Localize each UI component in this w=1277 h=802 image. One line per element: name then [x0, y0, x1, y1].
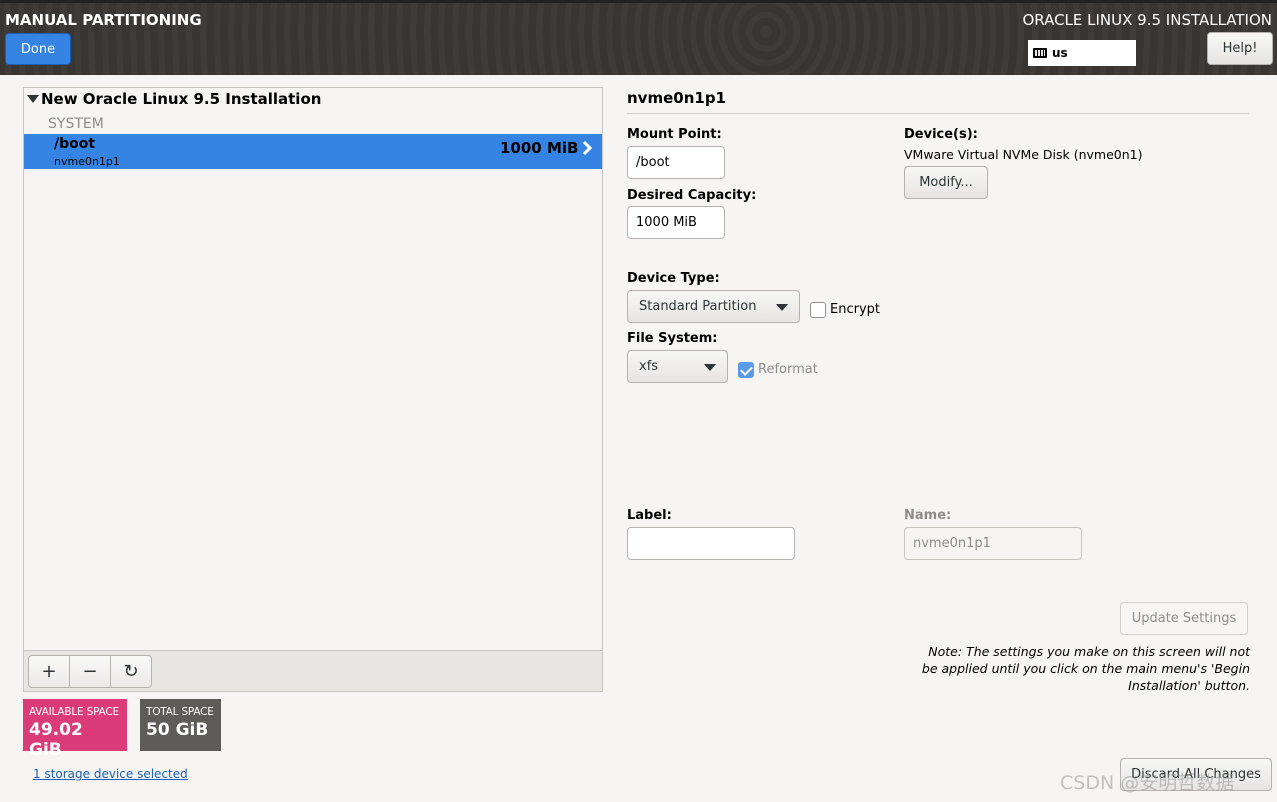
refresh-button[interactable]: ↻: [110, 655, 152, 688]
partition-mount-label: /boot: [54, 136, 96, 152]
dropdown-arrow-icon: [776, 304, 788, 311]
csdn-watermark: CSDN @安明哲数据: [1060, 772, 1235, 794]
reformat-label: Reformat: [758, 362, 818, 377]
label-field-label: Label:: [627, 508, 672, 523]
page-title: MANUAL PARTITIONING: [5, 11, 202, 29]
divider: [627, 113, 1249, 114]
mount-point-field[interactable]: /boot: [627, 146, 725, 179]
keyboard-icon: [1033, 48, 1047, 58]
file-system-label: File System:: [627, 331, 718, 346]
reformat-checkbox[interactable]: [738, 362, 754, 378]
total-space-value: 50 GiB: [146, 720, 209, 740]
label-field[interactable]: [627, 527, 795, 560]
partition-row-boot[interactable]: /boot nvme0n1p1 1000 MiB: [24, 134, 602, 169]
partition-toolbar: + − ↻: [24, 650, 602, 691]
devices-value: VMware Virtual NVMe Disk (nvme0n1): [904, 147, 1143, 162]
mount-point-label: Mount Point:: [627, 127, 722, 142]
partition-size-label: 1000 MiB: [500, 139, 579, 157]
partition-tree-panel: New Oracle Linux 9.5 Installation SYSTEM…: [23, 87, 603, 692]
settings-note: Note: The settings you make on this scre…: [921, 644, 1250, 693]
total-space-box: TOTAL SPACE 50 GiB: [140, 699, 221, 751]
available-space-label: AVAILABLE SPACE: [29, 706, 119, 718]
help-button[interactable]: Help!: [1207, 32, 1273, 65]
keyboard-layout-label: us: [1052, 46, 1068, 60]
name-field-label: Name:: [904, 508, 952, 523]
file-system-dropdown[interactable]: xfs: [627, 350, 728, 383]
available-space-box: AVAILABLE SPACE 49.02 GiB: [23, 699, 127, 760]
storage-devices-link[interactable]: 1 storage device selected: [33, 767, 188, 781]
selected-partition-title: nvme0n1p1: [627, 89, 726, 107]
partition-device-label: nvme0n1p1: [54, 155, 120, 168]
expander-triangle-icon[interactable]: [27, 95, 39, 103]
done-button[interactable]: Done: [5, 33, 71, 65]
available-space-value: 49.02 GiB: [29, 720, 83, 760]
device-type-label: Device Type:: [627, 271, 720, 286]
installation-root-node[interactable]: New Oracle Linux 9.5 Installation: [27, 90, 321, 108]
devices-label: Device(s):: [904, 127, 978, 142]
chevron-right-icon: [577, 140, 593, 156]
device-type-value: Standard Partition: [639, 299, 757, 314]
file-system-value: xfs: [639, 359, 659, 374]
update-settings-button[interactable]: Update Settings: [1120, 602, 1248, 635]
desired-capacity-label: Desired Capacity:: [627, 188, 757, 203]
encrypt-checkbox[interactable]: [810, 302, 826, 318]
encrypt-label[interactable]: Encrypt: [830, 302, 880, 317]
add-partition-button[interactable]: +: [28, 655, 70, 688]
device-type-dropdown[interactable]: Standard Partition: [627, 290, 800, 323]
installation-root-label: New Oracle Linux 9.5 Installation: [41, 90, 322, 108]
remove-partition-button[interactable]: −: [69, 655, 111, 688]
product-title: ORACLE LINUX 9.5 INSTALLATION: [1022, 11, 1272, 29]
dropdown-arrow-icon: [704, 364, 716, 371]
name-field: nvme0n1p1: [904, 527, 1082, 560]
total-space-label: TOTAL SPACE: [146, 706, 214, 718]
system-section-label: SYSTEM: [48, 116, 104, 132]
modify-button[interactable]: Modify...: [904, 166, 988, 199]
partition-tool-group: + − ↻: [28, 655, 152, 688]
top-header: MANUAL PARTITIONING Done ORACLE LINUX 9.…: [0, 0, 1277, 75]
desired-capacity-field[interactable]: 1000 MiB: [627, 206, 725, 239]
keyboard-layout-indicator[interactable]: us: [1028, 40, 1136, 66]
